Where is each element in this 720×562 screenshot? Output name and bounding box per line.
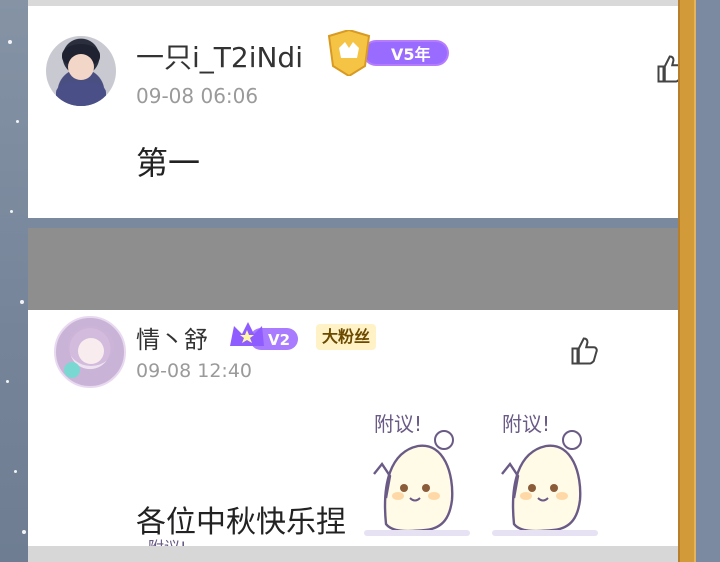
avatar-user-2[interactable]: [54, 316, 126, 388]
fan-badge[interactable]: 大粉丝: [316, 324, 377, 350]
timestamp-2: 09-08 12:40: [136, 360, 253, 382]
snowflake: [20, 300, 24, 304]
dim-gap: [28, 228, 678, 310]
snowflake: [16, 120, 19, 123]
bottom-divider: [28, 546, 678, 562]
sticker-caption: 附议!: [502, 412, 551, 436]
comment-text-1: 第一: [136, 144, 201, 182]
snowflake: [14, 470, 17, 473]
username-1[interactable]: 一只i_T2iNdi: [136, 36, 303, 76]
right-background-strip: [696, 0, 720, 562]
timestamp-1: 09-08 06:06: [136, 84, 259, 108]
v2-badge[interactable]: V2: [228, 320, 300, 354]
snowflake: [8, 40, 12, 44]
badge-v5-label: V5年: [391, 45, 431, 64]
snowflake: [6, 380, 9, 383]
snowflake: [22, 530, 26, 534]
sticker-agree-1[interactable]: 附议!: [356, 404, 476, 540]
flower-decoration: [64, 362, 80, 378]
right-frame-border: [678, 0, 696, 562]
card-top-edge: [28, 0, 678, 6]
username-2[interactable]: 情丶舒: [136, 320, 208, 355]
avatar-face: [78, 338, 104, 364]
v5-year-badge[interactable]: V5年: [323, 30, 451, 76]
avatar-body: [56, 82, 106, 106]
next-row-peek: 附议!: [148, 534, 186, 546]
sticker-agree-2[interactable]: 附议!: [484, 404, 604, 540]
avatar-face: [68, 54, 94, 80]
snowflake: [10, 210, 13, 213]
badge-v2-label: V2: [268, 331, 290, 349]
avatar-user-1[interactable]: [46, 36, 116, 106]
thumbs-up-icon[interactable]: [570, 336, 600, 366]
sticker-caption: 附议!: [374, 412, 423, 436]
